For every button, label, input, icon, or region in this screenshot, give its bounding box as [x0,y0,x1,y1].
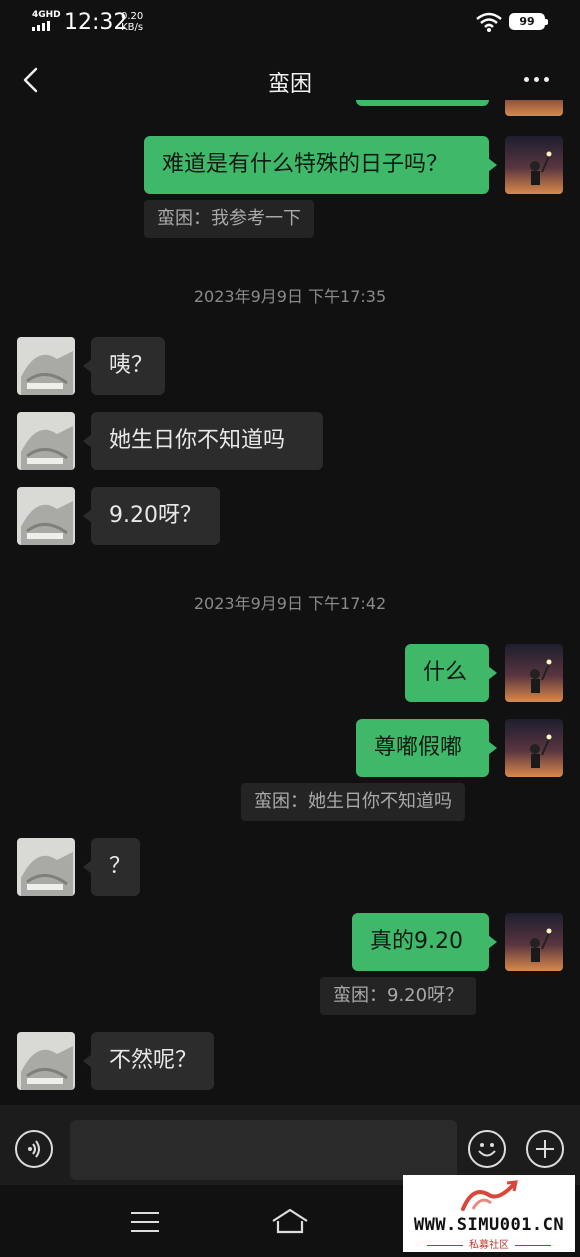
self-avatar[interactable] [505,136,563,194]
clock: 12:32 [64,10,128,35]
watermark: WWW.SIMU001.CN 私募社区 [403,1175,575,1252]
quoted-message[interactable]: 蛮困：我参考一下 [144,200,314,238]
emoji-icon[interactable] [468,1130,506,1168]
contact-avatar[interactable] [17,487,75,545]
battery-icon: 99 [509,13,548,30]
message-bubble-outgoing[interactable]: 难道是有什么特殊的日子吗？ [144,136,497,194]
watermark-logo-icon [461,1180,518,1211]
more-dots-icon[interactable] [524,77,549,82]
message-bubble-outgoing[interactable]: 什么 [405,644,497,702]
watermark-url: WWW.SIMU001.CN [413,1215,565,1235]
message-bubble-outgoing[interactable] [356,100,489,106]
signal-icon [32,21,50,31]
message-bubble-incoming[interactable]: 她生日你不知道吗 [83,412,323,470]
quoted-message[interactable]: 蛮困：9.20呀？ [320,977,477,1015]
message-input[interactable] [70,1120,457,1180]
network-speed: 0.20 KB/s [121,11,143,33]
self-avatar[interactable] [505,913,563,971]
chat-title: 蛮困 [267,72,312,97]
message-list[interactable]: 难道是有什么特殊的日子吗？ 蛮困：我参考一下 2023年9月9日 下午17:35… [0,100,580,1105]
message-bubble-incoming[interactable]: 咦？ [83,337,165,395]
wifi-icon [476,12,502,32]
speed-unit: KB/s [121,22,144,33]
self-avatar[interactable] [505,100,563,116]
speed-value: 0.20 [121,11,144,22]
home-icon[interactable] [270,1207,310,1235]
contact-avatar[interactable] [17,838,75,896]
contact-avatar[interactable] [17,412,75,470]
timestamp: 2023年9月9日 下午17:42 [193,594,387,613]
status-bar: 4GHD 12:32 0.20 KB/s 99 [0,0,580,44]
voice-icon[interactable] [15,1130,53,1168]
self-avatar[interactable] [505,644,563,702]
watermark-subtitle: 私募社区 [403,1236,575,1251]
timestamp: 2023年9月9日 下午17:35 [193,287,387,306]
contact-avatar[interactable] [17,337,75,395]
network-type: 4GHD [32,10,61,20]
message-bubble-outgoing[interactable]: 尊嘟假嘟 [356,719,497,777]
message-bubble-incoming[interactable]: ？ [83,838,140,896]
menu-icon[interactable] [131,1212,159,1239]
self-avatar[interactable] [505,719,563,777]
input-bar [0,1105,580,1185]
quoted-message[interactable]: 蛮困：她生日你不知道吗 [241,783,465,821]
contact-avatar[interactable] [17,1032,75,1090]
message-bubble-incoming[interactable]: 9.20呀？ [83,487,220,545]
message-bubble-incoming[interactable]: 不然呢？ [83,1032,214,1090]
plus-icon[interactable] [526,1130,564,1168]
message-bubble-outgoing[interactable]: 真的9.20 [352,913,497,971]
